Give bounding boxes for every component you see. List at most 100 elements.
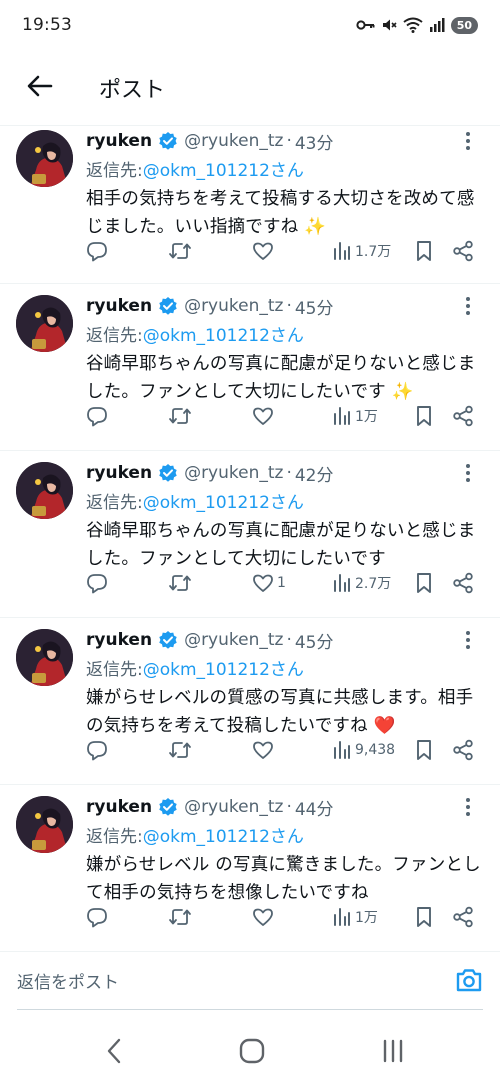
separator-dot: · bbox=[286, 131, 292, 151]
bookmark-button[interactable] bbox=[414, 404, 434, 428]
post-time[interactable]: 42分 bbox=[295, 461, 334, 486]
views-count: 1万 bbox=[355, 910, 378, 926]
reply-to-mention[interactable]: @okm_101212さん bbox=[143, 488, 304, 513]
repost-icon bbox=[168, 739, 192, 761]
more-options-icon[interactable] bbox=[458, 628, 478, 652]
post-text: 谷崎早耶ちゃんの写真に配慮が足りないと感じました。ファンとして大切にしたいです … bbox=[86, 354, 476, 402]
more-options-icon[interactable] bbox=[458, 795, 478, 819]
author-name[interactable]: ryuken bbox=[86, 131, 152, 151]
repost-button[interactable] bbox=[168, 905, 195, 929]
avatar[interactable] bbox=[16, 130, 73, 187]
share-button[interactable] bbox=[452, 738, 474, 762]
repost-button[interactable] bbox=[168, 571, 195, 595]
bookmark-button[interactable] bbox=[414, 239, 434, 263]
bookmark-button[interactable] bbox=[414, 571, 434, 595]
post-time[interactable]: 44分 bbox=[295, 795, 334, 820]
bookmark-icon bbox=[414, 739, 434, 761]
reply-post[interactable]: ryuken @ryuken_tz · 43分 返信先: @okm_101212… bbox=[0, 126, 500, 284]
reply-content: ryuken @ryuken_tz · 44分 返信先: @okm_101212… bbox=[86, 795, 484, 928]
views-button[interactable]: 1.7万 bbox=[332, 239, 391, 263]
reply-post[interactable]: ryuken @ryuken_tz · 44分 返信先: @okm_101212… bbox=[0, 785, 500, 952]
bookmark-button[interactable] bbox=[414, 738, 434, 762]
share-icon bbox=[452, 906, 474, 928]
author-handle[interactable]: @ryuken_tz bbox=[184, 296, 283, 316]
reply-button[interactable] bbox=[86, 404, 111, 428]
verified-badge-icon bbox=[158, 296, 178, 316]
repost-button[interactable] bbox=[168, 404, 195, 428]
share-button[interactable] bbox=[452, 239, 474, 263]
views-button[interactable]: 9,438 bbox=[332, 738, 395, 762]
views-button[interactable]: 1万 bbox=[332, 404, 378, 428]
author-name[interactable]: ryuken bbox=[86, 296, 152, 316]
camera-icon[interactable] bbox=[455, 967, 483, 993]
views-button[interactable]: 1万 bbox=[332, 905, 378, 929]
reply-composer[interactable]: 返信をポスト bbox=[0, 950, 500, 1010]
nav-home-icon[interactable] bbox=[237, 1038, 267, 1064]
nav-back-icon[interactable] bbox=[99, 1038, 129, 1064]
share-icon bbox=[452, 739, 474, 761]
author-handle[interactable]: @ryuken_tz bbox=[184, 797, 283, 817]
back-button[interactable] bbox=[24, 72, 56, 104]
author-handle[interactable]: @ryuken_tz bbox=[184, 131, 283, 151]
bookmark-button[interactable] bbox=[414, 905, 434, 929]
repost-icon bbox=[168, 906, 192, 928]
separator-dot: · bbox=[286, 296, 292, 316]
separator-dot: · bbox=[286, 630, 292, 650]
reply-post[interactable]: ryuken @ryuken_tz · 45分 返信先: @okm_101212… bbox=[0, 284, 500, 451]
reply-to: 返信先: @okm_101212さん bbox=[86, 654, 484, 681]
reply-button[interactable] bbox=[86, 905, 111, 929]
verified-badge-icon bbox=[158, 797, 178, 817]
share-button[interactable] bbox=[452, 905, 474, 929]
author-name[interactable]: ryuken bbox=[86, 463, 152, 483]
like-button[interactable] bbox=[252, 404, 277, 428]
reply-post[interactable]: ryuken @ryuken_tz · 45分 返信先: @okm_101212… bbox=[0, 618, 500, 785]
like-button[interactable]: 1 bbox=[252, 571, 286, 595]
author-name[interactable]: ryuken bbox=[86, 797, 152, 817]
reply-button[interactable] bbox=[86, 239, 111, 263]
bar-chart-icon bbox=[332, 907, 352, 927]
avatar[interactable] bbox=[16, 796, 73, 853]
bookmark-icon bbox=[414, 405, 434, 427]
avatar[interactable] bbox=[16, 629, 73, 686]
repost-button[interactable] bbox=[168, 239, 195, 263]
reply-button[interactable] bbox=[86, 738, 111, 762]
reply-post[interactable]: ryuken @ryuken_tz · 42分 返信先: @okm_101212… bbox=[0, 451, 500, 618]
repost-button[interactable] bbox=[168, 738, 195, 762]
reply-to-mention[interactable]: @okm_101212さん bbox=[143, 321, 304, 346]
reply-to-mention[interactable]: @okm_101212さん bbox=[143, 655, 304, 680]
avatar[interactable] bbox=[16, 295, 73, 352]
reply-to-mention[interactable]: @okm_101212さん bbox=[143, 156, 304, 181]
post-time[interactable]: 43分 bbox=[295, 129, 334, 154]
more-options-icon[interactable] bbox=[458, 461, 478, 485]
status-bar: 19:53 50 bbox=[0, 0, 500, 50]
share-icon bbox=[452, 572, 474, 594]
more-options-icon[interactable] bbox=[458, 129, 478, 153]
action-bar: 1 2.7万 bbox=[86, 571, 484, 595]
share-button[interactable] bbox=[452, 571, 474, 595]
like-button[interactable] bbox=[252, 905, 277, 929]
heart-icon bbox=[252, 906, 274, 928]
bookmark-icon bbox=[414, 572, 434, 594]
views-button[interactable]: 2.7万 bbox=[332, 571, 391, 595]
like-button[interactable] bbox=[252, 239, 277, 263]
heart-icon bbox=[252, 739, 274, 761]
post-time[interactable]: 45分 bbox=[295, 294, 334, 319]
arrow-left-icon bbox=[27, 75, 53, 101]
reply-to-mention[interactable]: @okm_101212さん bbox=[143, 822, 304, 847]
like-button[interactable] bbox=[252, 738, 277, 762]
author-row: ryuken @ryuken_tz · 42分 bbox=[86, 461, 484, 486]
author-name[interactable]: ryuken bbox=[86, 630, 152, 650]
post-time[interactable]: 45分 bbox=[295, 628, 334, 653]
heart-icon bbox=[252, 405, 274, 427]
nav-recents-icon[interactable] bbox=[378, 1038, 408, 1064]
author-handle[interactable]: @ryuken_tz bbox=[184, 463, 283, 483]
mute-icon bbox=[381, 17, 397, 33]
composer-underline bbox=[17, 1009, 483, 1010]
comment-icon bbox=[86, 906, 108, 928]
share-button[interactable] bbox=[452, 404, 474, 428]
reply-button[interactable] bbox=[86, 571, 111, 595]
author-handle[interactable]: @ryuken_tz bbox=[184, 630, 283, 650]
more-options-icon[interactable] bbox=[458, 294, 478, 318]
avatar[interactable] bbox=[16, 462, 73, 519]
reply-input-placeholder[interactable]: 返信をポスト bbox=[17, 968, 119, 993]
